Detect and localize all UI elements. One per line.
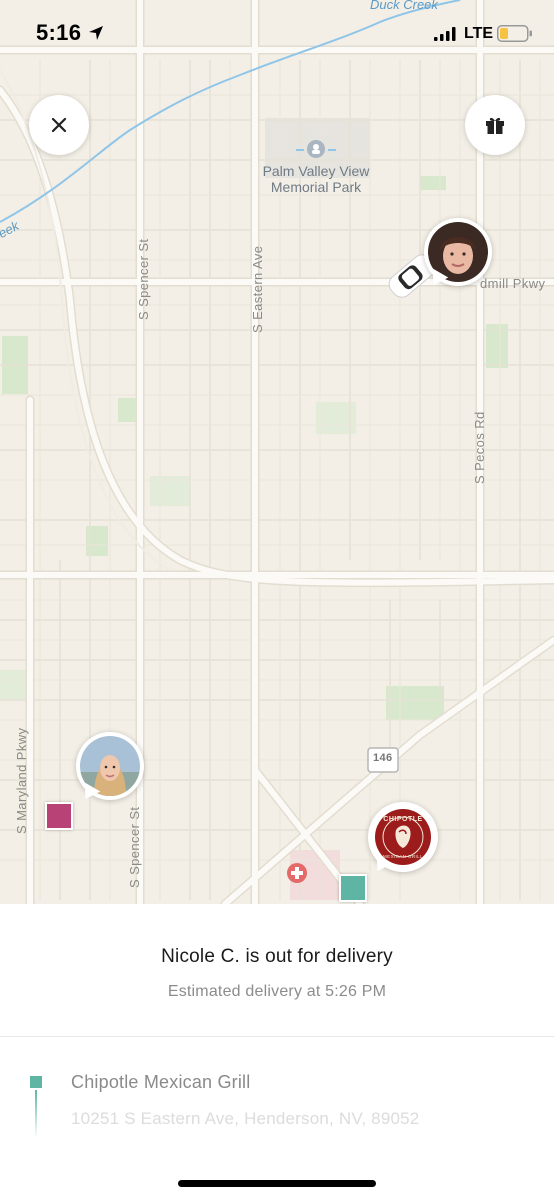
- street-label-windmill: dmill Pkwy: [480, 276, 546, 291]
- street-label-spencer-top: S Spencer St: [136, 238, 151, 320]
- battery-icon: [497, 25, 532, 42]
- delivery-status-title: Nicole C. is out for delivery: [161, 946, 393, 967]
- park-label: Palm Valley View Memorial Park: [262, 163, 370, 195]
- home-indicator[interactable]: [178, 1180, 376, 1187]
- status-bar: 5:16 LTE: [0, 0, 554, 64]
- delivery-map[interactable]: Duck Creek eek Palm Valley View Memorial…: [0, 0, 554, 904]
- timeline-line: [35, 1090, 37, 1138]
- restaurant-logo-pin[interactable]: CHIPOTLE MEXICAN GRILL: [368, 802, 438, 872]
- logo-text-top: CHIPOTLE: [383, 816, 422, 823]
- driver-avatar: [428, 222, 488, 282]
- gift-icon: [486, 117, 504, 134]
- customer-avatar-pin[interactable]: [76, 732, 144, 800]
- street-label-eastern: S Eastern Ave: [250, 245, 265, 333]
- estimated-delivery-text: Estimated delivery at 5:26 PM: [167, 983, 387, 1000]
- dropoff-marker: [45, 802, 73, 830]
- street-label-pecos: S Pecos Rd: [472, 411, 487, 484]
- delivery-sheet: Nicole C. is out for delivery Estimated …: [0, 904, 554, 1200]
- customer-avatar: [80, 736, 140, 796]
- status-time: 5:16: [36, 20, 82, 45]
- signal-bars-icon: [434, 27, 456, 41]
- restaurant-logo: CHIPOTLE MEXICAN GRILL: [375, 809, 431, 865]
- gift-button[interactable]: [465, 95, 525, 155]
- restaurant-timeline-dot: [30, 1076, 42, 1088]
- close-icon: [51, 117, 67, 133]
- driver-avatar-pin[interactable]: [424, 218, 492, 286]
- divider: [0, 1036, 554, 1037]
- carrier-label: LTE: [464, 25, 494, 42]
- restaurant-name: Chipotle Mexican Grill: [71, 1072, 251, 1092]
- logo-text-bottom: MEXICAN GRILL: [383, 854, 423, 859]
- route-shield-number: 146: [373, 752, 393, 764]
- street-label-maryland: S Maryland Pkwy: [14, 727, 29, 834]
- restaurant-address: 10251 S Eastern Ave, Henderson, NV, 8905…: [71, 1109, 420, 1128]
- close-button[interactable]: [29, 95, 89, 155]
- location-arrow-icon: [89, 26, 103, 40]
- restaurant-marker: [339, 874, 367, 902]
- street-label-spencer-bottom: S Spencer St: [127, 806, 142, 888]
